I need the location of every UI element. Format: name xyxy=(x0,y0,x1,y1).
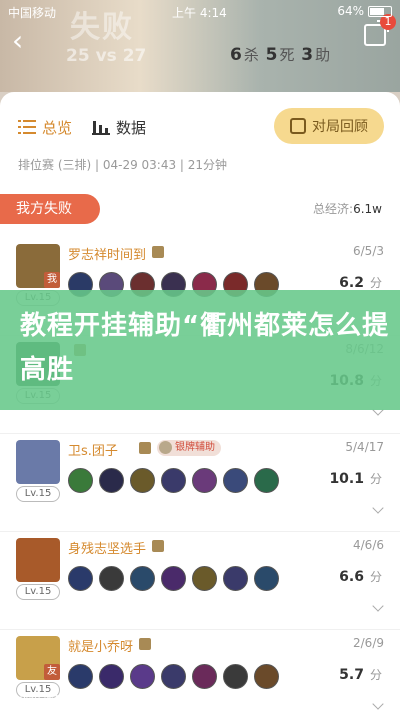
item-icon xyxy=(68,468,93,493)
player-kda: 4/6/6 xyxy=(353,538,384,552)
chevron-down-icon[interactable] xyxy=(372,600,384,612)
player-score: 10.1 分 xyxy=(329,470,382,487)
player-name: 身残志坚选手 xyxy=(68,542,147,557)
player-kda: 5/4/17 xyxy=(345,440,384,454)
score-unit: 分 xyxy=(369,472,382,486)
item-icon xyxy=(130,566,155,591)
item-icon xyxy=(130,468,155,493)
battery-icon xyxy=(368,6,392,17)
item-icon xyxy=(161,566,186,591)
header-kda: 6杀 5死 3助 xyxy=(228,44,330,65)
item-list xyxy=(68,664,285,689)
player-score: 5.7 分 xyxy=(339,666,382,683)
list-icon xyxy=(18,120,36,134)
tab-overview[interactable]: 总览 xyxy=(18,117,72,138)
player-name: 罗志祥时间到 xyxy=(68,248,147,263)
item-icon xyxy=(192,566,217,591)
clock: 上午 4:14 xyxy=(172,6,227,20)
assists-label: 助 xyxy=(315,46,331,64)
score-unit: 分 xyxy=(369,570,382,584)
player-name: 卫s.团子 xyxy=(68,444,118,459)
item-icon xyxy=(192,468,217,493)
score-value: 6.2 xyxy=(339,275,364,291)
item-icon xyxy=(99,566,124,591)
item-icon xyxy=(130,664,155,689)
item-icon xyxy=(254,664,279,689)
tab-data-label: 数据 xyxy=(116,118,147,137)
item-icon xyxy=(68,664,93,689)
item-icon xyxy=(223,664,248,689)
economy-value: 6.1w xyxy=(353,202,382,216)
chevron-down-icon[interactable] xyxy=(372,502,384,514)
watermark: WePlay @Aannyeong xyxy=(4,694,111,705)
hero-avatar xyxy=(16,538,60,582)
item-icon xyxy=(68,566,93,591)
player-tag: 我 xyxy=(44,272,60,288)
economy-label: 总经济: xyxy=(313,202,354,216)
item-list xyxy=(68,566,285,591)
back-icon[interactable]: ‹ xyxy=(12,24,23,57)
hero-level: Lv.15 xyxy=(16,584,60,600)
item-icon xyxy=(161,664,186,689)
kills-label: 杀 xyxy=(243,46,259,64)
score-unit: 分 xyxy=(369,276,382,290)
replay-label: 对局回顾 xyxy=(312,119,368,135)
overlay-banner: 教程开挂辅助“衢州都莱怎么提高胜 xyxy=(0,290,400,410)
score-unit: 分 xyxy=(369,668,382,682)
item-icon xyxy=(223,566,248,591)
battery-percent: 64% xyxy=(337,4,364,18)
rank-icon xyxy=(139,638,151,650)
item-icon xyxy=(161,468,186,493)
player-score: 6.6 分 xyxy=(339,568,382,585)
hero-avatar xyxy=(16,440,60,484)
tab-overview-label: 总览 xyxy=(42,118,73,137)
carrier: 中国移动 xyxy=(8,6,57,20)
rank-icon xyxy=(139,442,151,454)
role-badge: 银牌辅助 xyxy=(157,440,221,456)
bar-chart-icon xyxy=(92,121,111,135)
player-score: 6.2 分 xyxy=(339,274,382,291)
item-icon xyxy=(99,468,124,493)
status-bar: 中国移动 上午 4:14 64% xyxy=(0,0,400,22)
player-tag: 友 xyxy=(44,664,60,680)
score-value: 5.7 xyxy=(339,667,364,683)
deaths-value: 5 xyxy=(265,45,278,65)
match-score: 25 vs 27 xyxy=(66,46,147,66)
chevron-down-icon[interactable] xyxy=(372,698,384,710)
tab-data[interactable]: 数据 xyxy=(92,117,146,138)
player-name: 就是小乔呀 xyxy=(68,640,134,655)
assists-value: 3 xyxy=(301,45,314,65)
team-economy: 总经济:6.1w xyxy=(313,200,382,217)
item-icon xyxy=(99,664,124,689)
rank-icon xyxy=(152,246,164,258)
replay-button[interactable]: 对局回顾 xyxy=(274,108,384,144)
replay-icon xyxy=(290,118,306,134)
team-result-tag: 我方失败 xyxy=(0,194,100,224)
item-icon xyxy=(192,664,217,689)
player-kda: 6/5/3 xyxy=(353,244,384,258)
score-value: 10.1 xyxy=(329,471,364,487)
item-icon xyxy=(254,468,279,493)
item-icon xyxy=(223,468,248,493)
overlay-text: 教程开挂辅助“衢州都莱怎么提高胜 xyxy=(20,311,390,385)
tab-bar: 总览 数据 xyxy=(18,112,166,142)
kills-value: 6 xyxy=(230,45,242,65)
team-header: 我方失败 总经济:6.1w xyxy=(0,192,400,228)
deaths-label: 死 xyxy=(279,46,295,64)
player-row[interactable]: Lv.15 身残志坚选手 4/6/6 6.6 分 xyxy=(0,532,400,630)
rank-icon xyxy=(152,540,164,552)
player-row[interactable]: Lv.15 卫s.团子 银牌辅助 5/4/17 10.1 分 xyxy=(0,434,400,532)
hero-level: Lv.15 xyxy=(16,486,60,502)
score-value: 6.6 xyxy=(339,569,364,585)
player-kda: 2/6/9 xyxy=(353,636,384,650)
match-meta: 排位赛 (三排) | 04-29 03:43 | 21分钟 xyxy=(18,158,228,172)
item-icon xyxy=(254,566,279,591)
item-list xyxy=(68,468,285,493)
